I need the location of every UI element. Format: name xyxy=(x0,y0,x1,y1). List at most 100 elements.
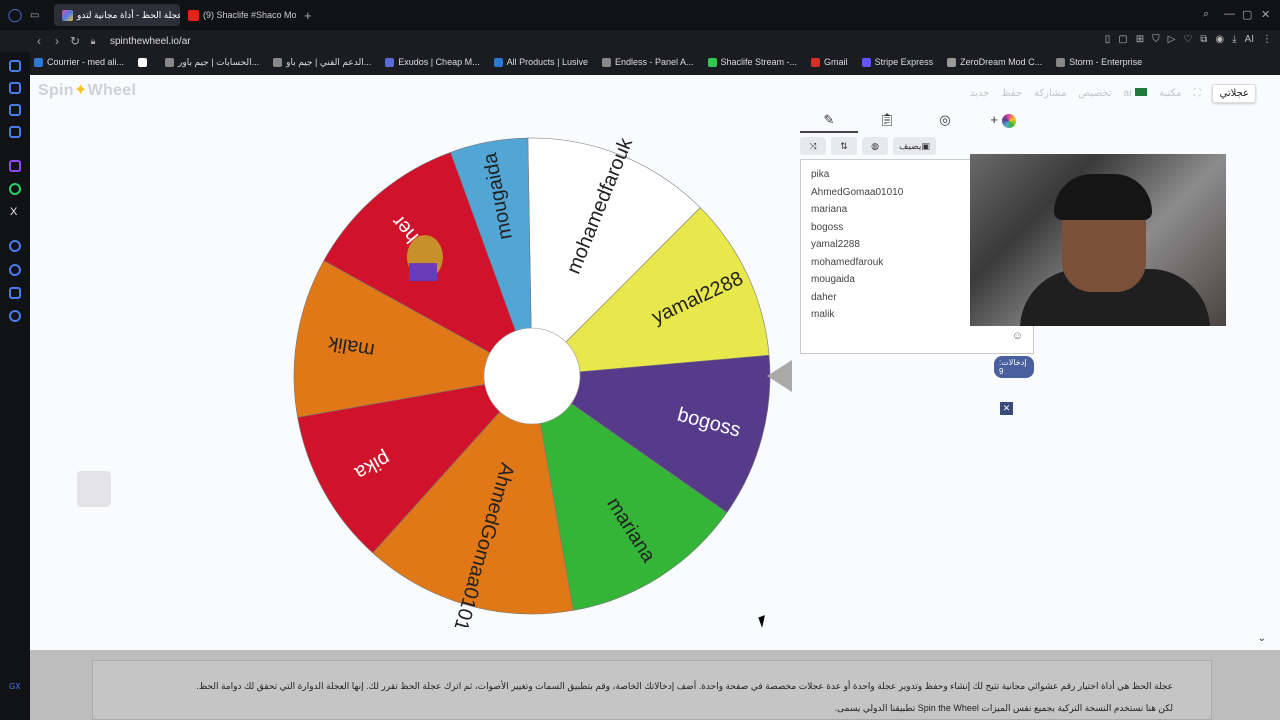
chevron-down-icon[interactable]: ⌄ xyxy=(1258,633,1266,644)
shield-icon[interactable]: ⛉ xyxy=(1152,34,1160,45)
bookmark-item[interactable]: Courrier - med ali... xyxy=(34,57,124,67)
description-box: عجلة الحظ هي أداة اختيار رقم عشوائي مجان… xyxy=(92,660,1212,720)
browser-tab-bar: ◯ ▭ عجلة الحظ - أداة مجانية لتدو (9) Sha… xyxy=(0,0,1280,30)
extensions-sidebar-icon[interactable] xyxy=(9,287,21,299)
edit-tab[interactable]: ✎ xyxy=(800,109,858,133)
whatsapp-icon[interactable] xyxy=(9,183,21,195)
bookmark-label: Shaclife Stream -... xyxy=(720,57,798,67)
customize-button[interactable]: تخصيص xyxy=(1078,88,1111,99)
bookmark-item[interactable]: Shaclife Stream -... xyxy=(707,57,798,67)
emoji-icon[interactable]: ☺ xyxy=(1012,328,1023,346)
spotify-icon[interactable] xyxy=(9,240,21,252)
ai-button[interactable]: ◍ xyxy=(862,137,888,155)
x-icon[interactable]: X xyxy=(10,206,17,218)
browser-toolbar-icons: ▯ ▢ ⊞ ⛉ ▷ ♡ ⧉ ◉ ⤓ AI ⋮ xyxy=(1105,34,1272,45)
forward-icon[interactable]: › xyxy=(48,34,66,48)
history-icon[interactable] xyxy=(9,264,21,276)
tab-youtube[interactable]: (9) Shaclife #Shaco Monta xyxy=(180,4,296,26)
bookmark-item[interactable]: ZeroDream Mod C... xyxy=(947,57,1042,67)
puzzle-icon[interactable]: ⧉ xyxy=(1200,34,1207,45)
close-overlay-icon[interactable]: ✕ xyxy=(1000,402,1013,415)
bookmark-favicon-icon xyxy=(385,57,395,67)
lock-icon: 🔒︎ xyxy=(90,35,96,46)
description-section: عجلة الحظ هي أداة اختيار رقم عشوائي مجان… xyxy=(30,650,1280,720)
account-icon[interactable]: ◉ xyxy=(1215,34,1224,45)
bookmark-item[interactable]: الحسابات | جيم باور... xyxy=(165,57,259,68)
my-wheels-button[interactable]: عجلاتي xyxy=(1212,84,1256,103)
sidebar-app-2-icon[interactable] xyxy=(9,82,21,94)
restore-icon[interactable]: ▢ xyxy=(1242,8,1252,21)
fullscreen-icon[interactable]: ⛶ xyxy=(1193,88,1200,99)
play-icon[interactable]: ▷ xyxy=(1168,34,1176,45)
workspaces-icon[interactable]: ▭ xyxy=(30,10,50,21)
snapshot-icon[interactable]: ▢ xyxy=(1118,34,1127,45)
twitch-icon[interactable] xyxy=(9,160,21,172)
address-bar: ‹ › ↻ 🔒︎ spinthewheel.io/ar ▯ ▢ ⊞ ⛉ ▷ ♡ … xyxy=(0,30,1280,52)
bookmark-item[interactable]: Gmail xyxy=(811,57,848,67)
sidebar-icon[interactable]: ▯ xyxy=(1105,34,1111,45)
gallery-link[interactable]: مكتبة xyxy=(1159,88,1181,99)
search-icon[interactable]: ⌕ xyxy=(1203,8,1209,21)
bookmark-item[interactable]: Exudos | Cheap M... xyxy=(385,57,480,67)
bookmark-favicon-icon xyxy=(165,57,175,67)
extensions-icon[interactable]: ⊞ xyxy=(1136,34,1144,45)
wheel-center-hub[interactable] xyxy=(483,327,581,425)
bookmark-item[interactable]: All Products | Lusive xyxy=(493,57,588,67)
spin-wheel[interactable]: mohamedfaroukyamal2288bogossmarianaAhmed… xyxy=(292,125,772,627)
youtube-icon xyxy=(188,9,199,21)
panel-tabs: ✎ 📋︎ ◎ + xyxy=(800,109,1034,133)
bookmark-label: Courrier - med ali... xyxy=(47,57,125,67)
sidebar-app-1-icon[interactable] xyxy=(9,60,21,72)
bookmark-favicon-icon xyxy=(947,57,957,67)
save-button[interactable]: حفظ xyxy=(1001,88,1022,99)
bookmark-item[interactable]: Storm - Enterprise xyxy=(1056,57,1142,67)
entries-count-badge: إدخالات: 9 xyxy=(994,356,1034,378)
bookmark-item[interactable]: Endless - Panel A... xyxy=(601,57,694,67)
ai-icon[interactable]: AI xyxy=(1245,34,1254,45)
entries-panel: ✎ 📋︎ ◎ + ⤨ ⇅ ◍ يضيف ▣ pika AhmedGomaa0101… xyxy=(800,109,1034,378)
bookmark-favicon-icon xyxy=(601,57,611,67)
language-selector[interactable]: ar xyxy=(1124,88,1148,99)
sticker-shirt xyxy=(408,263,437,282)
results-tab[interactable]: 📋︎ xyxy=(858,109,916,133)
bookmark-item[interactable] xyxy=(138,57,151,67)
bookmark-favicon-icon xyxy=(34,57,43,67)
spinthewheel-favicon-icon xyxy=(62,9,73,21)
new-button[interactable]: جديد xyxy=(970,88,989,99)
webcam-person-cap xyxy=(1054,174,1152,220)
new-tab-button[interactable]: + xyxy=(304,8,312,23)
back-icon[interactable]: ‹ xyxy=(30,34,48,48)
close-window-icon[interactable]: ✕ xyxy=(1261,8,1270,21)
bookmark-item[interactable]: Stripe Express xyxy=(861,57,934,67)
entries-toolbar: ⤨ ⇅ ◍ يضيف ▣ xyxy=(800,137,1034,155)
bookmark-label: Gmail xyxy=(824,57,848,67)
hide-tab[interactable]: ◎ xyxy=(916,109,974,133)
site-logo[interactable]: Spin✦Wheel xyxy=(38,80,136,100)
opera-logo-icon[interactable]: ◯ xyxy=(0,7,30,23)
heart-icon[interactable]: ♡ xyxy=(1183,34,1192,45)
bookmark-label: Storm - Enterprise xyxy=(1069,57,1143,67)
minimize-icon[interactable]: — xyxy=(1224,8,1235,20)
bookmark-item[interactable]: الدعم الفني | جيم باو... xyxy=(273,57,371,68)
bookmark-favicon-icon xyxy=(811,57,821,67)
add-wheel-tab[interactable]: + xyxy=(974,109,1032,133)
bookmark-label: Exudos | Cheap M... xyxy=(398,57,480,67)
puzzle-icon xyxy=(77,471,111,507)
menu-icon[interactable]: ⋮ xyxy=(1262,34,1272,45)
bookmark-favicon-icon xyxy=(861,57,871,67)
settings-icon[interactable] xyxy=(9,310,21,322)
sidebar-app-4-icon[interactable] xyxy=(9,126,21,138)
url-field[interactable]: spinthewheel.io/ar xyxy=(110,36,191,47)
bookmark-label: Stripe Express xyxy=(874,57,934,67)
sort-button[interactable]: ⇅ xyxy=(831,137,857,155)
reload-icon[interactable]: ↻ xyxy=(66,34,84,48)
bookmark-label: الدعم الفني | جيم باو... xyxy=(286,56,372,67)
bookmark-favicon-icon xyxy=(1056,57,1066,67)
add-image-button[interactable]: يضيف ▣ xyxy=(893,137,936,155)
download-icon[interactable]: ⤓ xyxy=(1232,34,1236,45)
tab-spinthewheel[interactable]: عجلة الحظ - أداة مجانية لتدو xyxy=(54,4,180,26)
shuffle-button[interactable]: ⤨ xyxy=(800,137,826,155)
gx-icon[interactable]: GX xyxy=(9,682,21,691)
sidebar-app-3-icon[interactable] xyxy=(9,104,21,116)
share-button[interactable]: مشاركة xyxy=(1034,88,1066,99)
